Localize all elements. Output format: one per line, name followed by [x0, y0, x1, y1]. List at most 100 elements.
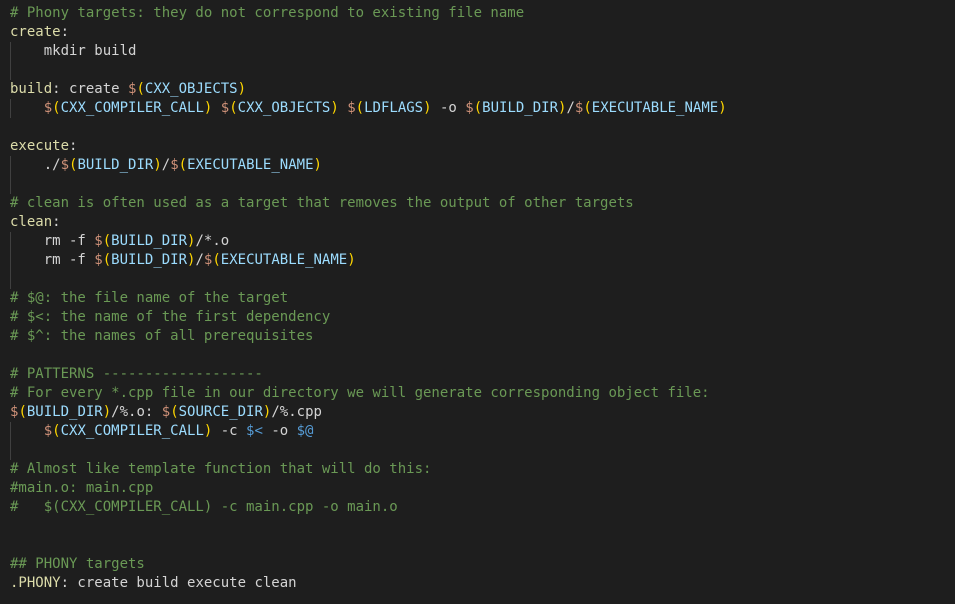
code-line[interactable] [0, 346, 955, 365]
code-line[interactable]: mkdir build [0, 42, 955, 61]
code-token-comment: # $@: the file name of the target [10, 290, 289, 306]
code-token-text: / [566, 100, 575, 116]
code-line[interactable]: $(CXX_COMPILER_CALL) -c $< -o $@ [0, 422, 955, 441]
code-token-text: / [195, 252, 204, 268]
code-token-dollar: $ [170, 157, 179, 173]
code-token-text: /%.cpp [271, 404, 322, 420]
code-token-paren: ( [170, 404, 179, 420]
code-token-text: -o [431, 100, 466, 116]
indent-guide [10, 232, 11, 251]
indent-guide [10, 175, 11, 194]
code-token-dollar: $ [94, 252, 103, 268]
code-line[interactable]: ## PHONY targets [0, 555, 955, 574]
code-token-text: /%.o [111, 404, 145, 420]
code-token-paren: ( [355, 100, 365, 116]
code-line[interactable]: # $^: the names of all prerequisites [0, 327, 955, 346]
code-token-text: : create [52, 81, 129, 97]
code-line[interactable]: # $<: the name of the first dependency [0, 308, 955, 327]
indent-guide [10, 61, 11, 80]
code-token-text: ./ [10, 157, 61, 173]
code-token-paren: ) [153, 157, 162, 173]
code-line[interactable]: # Phony targets: they do not correspond … [0, 4, 955, 23]
code-token-var: LDFLAGS [364, 100, 424, 116]
code-token-punct: : [69, 138, 78, 154]
code-line[interactable]: create: [0, 23, 955, 42]
code-token-target: clean [10, 214, 53, 230]
code-token-comment: # $(CXX_COMPILER_CALL) -c main.cpp -o ma… [10, 499, 398, 515]
code-token-paren: ) [237, 81, 247, 97]
code-token-dollar: $ [465, 100, 474, 116]
code-line[interactable]: execute: [0, 137, 955, 156]
code-token-dollar: $ [220, 100, 230, 116]
code-token-target: execute [10, 138, 70, 154]
code-token-paren: ( [52, 100, 61, 116]
code-token-paren: ( [473, 100, 483, 116]
code-token-comment: # For every *.cpp file in our directory … [10, 385, 710, 401]
code-token-dollar: $ [43, 100, 53, 116]
code-line[interactable]: # $@: the file name of the target [0, 289, 955, 308]
code-token-text: /*.o [195, 233, 230, 249]
code-token-text: -c [212, 423, 247, 439]
code-token-dollar: $ [94, 233, 103, 249]
code-line[interactable]: $(CXX_COMPILER_CALL) $(CXX_OBJECTS) $(LD… [0, 99, 955, 118]
code-token-comment: # clean is often used as a target that r… [10, 195, 634, 211]
code-token-var: BUILD_DIR [111, 252, 188, 268]
code-line[interactable]: clean: [0, 213, 955, 232]
code-token-text: : create build execute clean [60, 575, 297, 591]
code-token-paren: ( [102, 252, 112, 268]
code-token-paren: ) [423, 100, 432, 116]
code-token-auto: $@ [296, 423, 314, 439]
code-line[interactable]: # PATTERNS ------------------- [0, 365, 955, 384]
code-token-punct: : [144, 404, 162, 420]
code-token-var: CXX_COMPILER_CALL [60, 423, 204, 439]
code-token-target: .PHONY [10, 575, 61, 591]
code-line[interactable]: build: create $(CXX_OBJECTS) [0, 80, 955, 99]
code-token-comment: # Almost like template function that wil… [10, 461, 432, 477]
code-line[interactable]: # $(CXX_COMPILER_CALL) -c main.cpp -o ma… [0, 498, 955, 517]
code-token-text: / [161, 157, 171, 173]
code-line[interactable] [0, 441, 955, 460]
code-token-comment: # PATTERNS ------------------- [10, 366, 263, 382]
code-line[interactable] [0, 118, 955, 137]
code-token-paren: ( [229, 100, 238, 116]
indent-guide [10, 441, 11, 460]
code-line[interactable] [0, 536, 955, 555]
code-token-paren: ( [136, 81, 145, 97]
code-line[interactable]: $(BUILD_DIR)/%.o: $(SOURCE_DIR)/%.cpp [0, 403, 955, 422]
code-line[interactable]: # Almost like template function that wil… [0, 460, 955, 479]
code-token-var: EXECUTABLE_NAME [187, 157, 314, 173]
code-token-paren: ( [102, 233, 112, 249]
code-line[interactable]: # For every *.cpp file in our directory … [0, 384, 955, 403]
code-line[interactable] [0, 270, 955, 289]
code-token-var: CXX_COMPILER_CALL [60, 100, 204, 116]
code-line[interactable] [0, 61, 955, 80]
indent-guide [10, 422, 11, 441]
code-line[interactable]: #main.o: main.cpp [0, 479, 955, 498]
code-line[interactable]: rm -f $(BUILD_DIR)/$(EXECUTABLE_NAME) [0, 251, 955, 270]
code-token-var: EXECUTABLE_NAME [220, 252, 348, 268]
code-token-paren: ) [718, 100, 727, 116]
indent-guide [10, 270, 11, 289]
code-token-var: BUILD_DIR [111, 233, 188, 249]
code-editor[interactable]: # Phony targets: they do not correspond … [0, 0, 955, 604]
code-line[interactable]: # clean is often used as a target that r… [0, 194, 955, 213]
code-token-paren: ( [212, 252, 221, 268]
code-token-dollar: $ [161, 404, 171, 420]
code-token-var: CXX_OBJECTS [237, 100, 331, 116]
code-line[interactable]: rm -f $(BUILD_DIR)/*.o [0, 232, 955, 251]
code-token-paren: ) [102, 404, 112, 420]
code-token-var: SOURCE_DIR [178, 404, 263, 420]
code-line[interactable]: ./$(BUILD_DIR)/$(EXECUTABLE_NAME) [0, 156, 955, 175]
code-line[interactable] [0, 517, 955, 536]
code-token-punct: : [60, 24, 70, 40]
code-line[interactable]: .PHONY: create build execute clean [0, 574, 955, 593]
code-line[interactable] [0, 175, 955, 194]
code-token-auto: $< [246, 423, 263, 439]
code-token-paren: ( [18, 404, 27, 420]
indent-guide [10, 99, 11, 118]
code-token-paren: ( [178, 157, 188, 173]
